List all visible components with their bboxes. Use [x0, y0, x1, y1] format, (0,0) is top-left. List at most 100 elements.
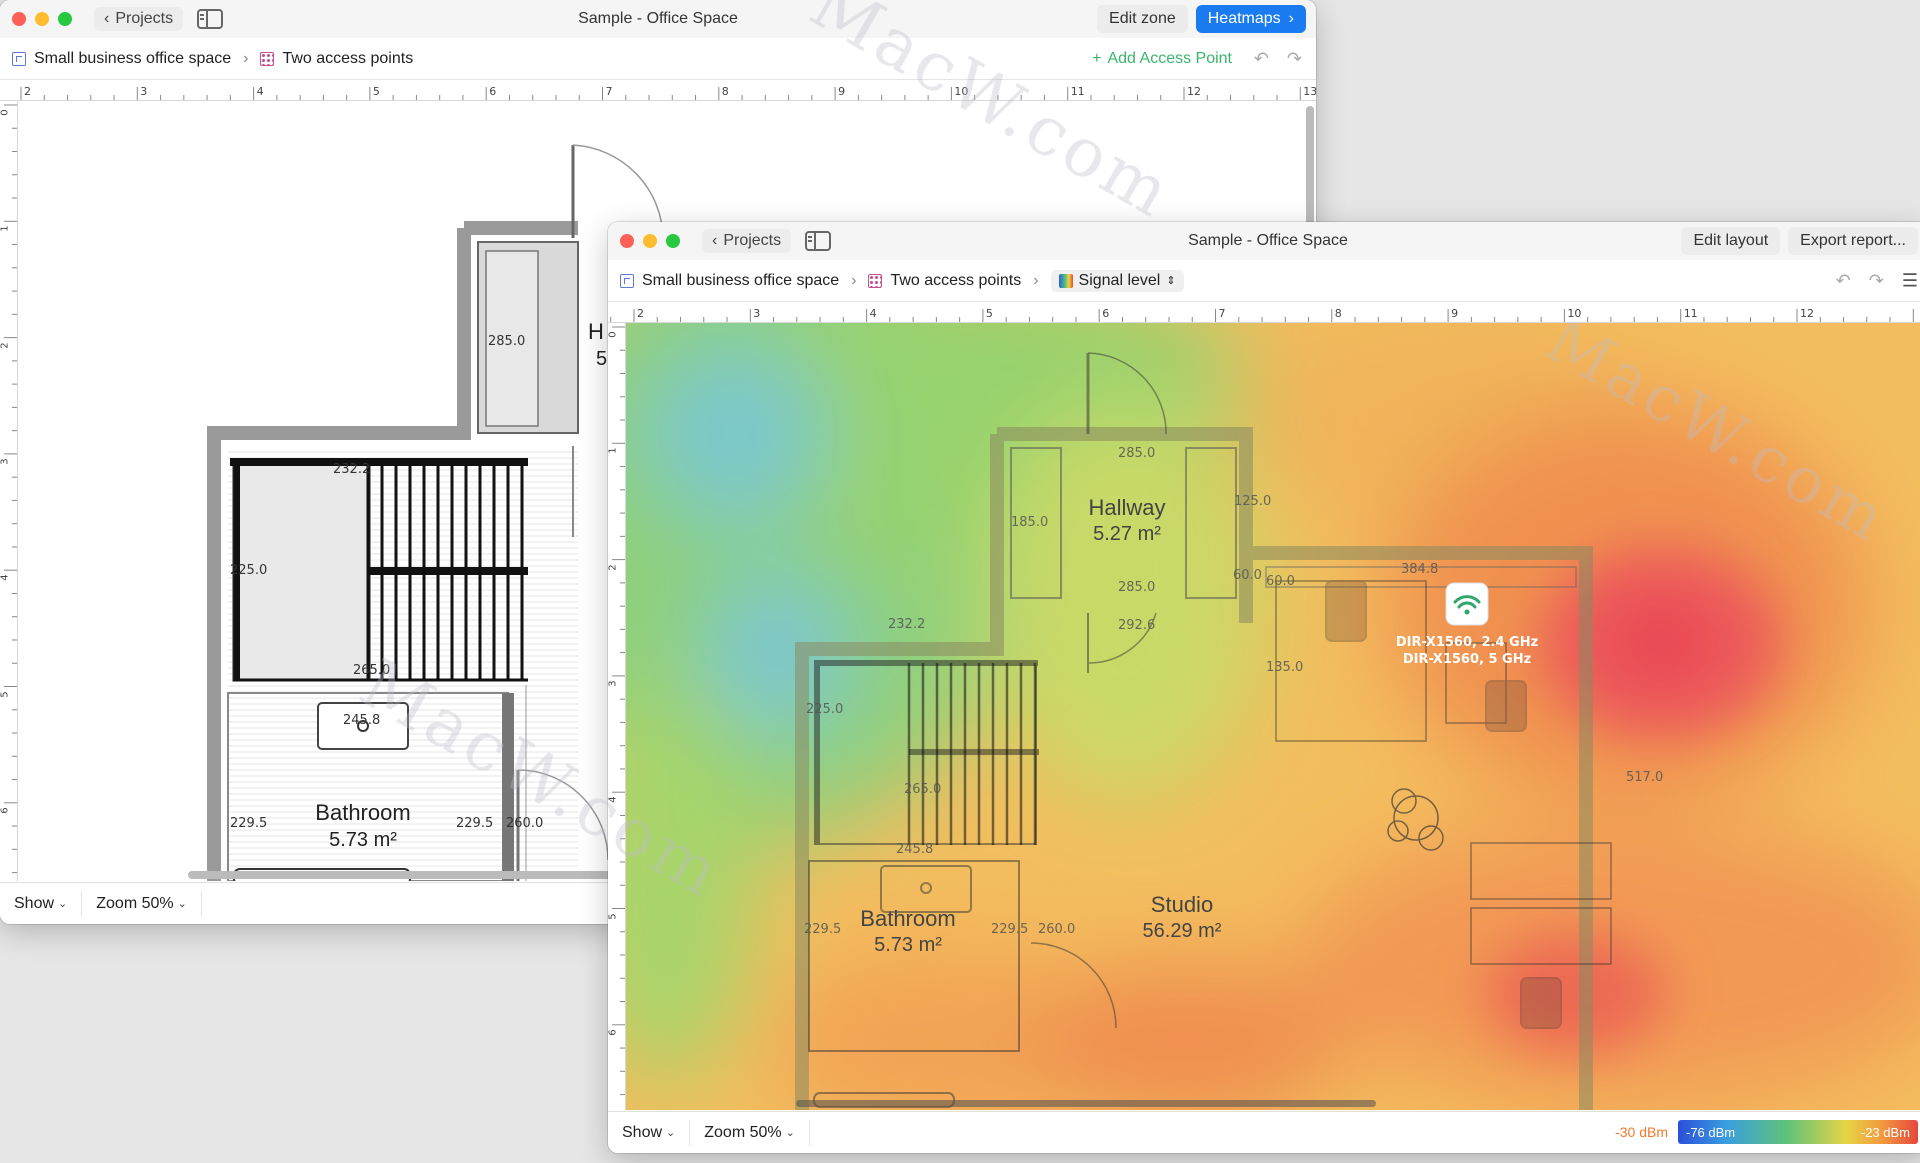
dimension-label: 232.2	[888, 617, 925, 632]
breadcrumb-project[interactable]: Small business office space	[12, 50, 231, 68]
show-label: Show	[622, 1123, 663, 1141]
ruler-tick-label: 2	[24, 85, 31, 98]
sidebar-toggle-icon[interactable]	[805, 231, 832, 251]
zoom-button[interactable]	[58, 12, 72, 26]
ruler-tick-label: 6	[608, 1029, 619, 1036]
room-area: 5.73 m²	[329, 829, 397, 851]
chevron-right-icon: ›	[1288, 10, 1294, 27]
ruler-tick-label: 6	[1102, 307, 1110, 320]
dimension-label: 285.0	[1118, 446, 1155, 461]
heatmap-mode-select[interactable]: Signal level ⇕	[1050, 269, 1184, 292]
minimize-button[interactable]	[35, 12, 49, 26]
add-access-point-button[interactable]: + Add Access Point	[1092, 50, 1232, 68]
chevron-right-icon: ›	[1033, 271, 1039, 289]
zoom-label: Zoom 50%	[96, 894, 174, 912]
breadcrumb-project-label: Small business office space	[642, 271, 840, 289]
ruler-tick-label: 12	[1800, 307, 1814, 320]
ruler-tick-label: 6	[0, 807, 11, 814]
chevron-down-icon: ⌄	[177, 898, 187, 910]
ruler-tick-label: 12	[1187, 85, 1201, 98]
undo-icon[interactable]: ↶	[1836, 270, 1851, 291]
sliders-icon[interactable]: ☰	[1902, 270, 1918, 291]
dimension-label: 265.0	[904, 782, 941, 797]
dimension-label: 245.8	[896, 842, 933, 857]
projects-label: Projects	[723, 232, 782, 249]
ruler-tick-label: 3	[753, 307, 761, 320]
horizontal-ruler: 2 3 4 5 6 7 8 9 10 11 12 13	[0, 81, 1316, 101]
ruler-tick-label: 4	[869, 307, 877, 320]
projects-back-button[interactable]: ‹ Projects	[94, 7, 184, 31]
access-point-label: DIR-X1560, 5 GHz	[1403, 652, 1531, 667]
breadcrumb-ap-group[interactable]: Two access points	[260, 50, 413, 68]
ruler-tick-label: 3	[608, 680, 619, 687]
zoom-menu[interactable]: Zoom 50% ⌄	[82, 890, 202, 917]
legend-min-value: -76 dBm	[1686, 1124, 1736, 1140]
dimension-label: 225.0	[230, 563, 267, 578]
redo-icon[interactable]: ↷	[1869, 270, 1884, 291]
access-point-label: DIR-X1560, 2.4 GHz	[1396, 635, 1538, 650]
sidebar-toggle-icon[interactable]	[197, 9, 224, 29]
minimize-button[interactable]	[643, 234, 657, 248]
window-controls	[620, 234, 680, 248]
dimension-label: 517.0	[1626, 770, 1663, 785]
room-name: Studio	[1151, 892, 1213, 917]
ruler-tick-label: 10	[1567, 307, 1582, 320]
room-area-partial: 5	[596, 348, 607, 370]
ruler-tick-label: 10	[954, 85, 969, 98]
vertical-scrollbar[interactable]	[1306, 106, 1314, 236]
zoom-button[interactable]	[666, 234, 680, 248]
projects-back-button[interactable]: ‹ Projects	[702, 229, 792, 253]
floorplan-icon	[12, 51, 26, 66]
redo-icon[interactable]: ↷	[1287, 48, 1302, 69]
breadcrumb: Small business office space › Two access…	[0, 38, 1316, 80]
edit-layout-label: Edit layout	[1693, 232, 1769, 249]
ruler-tick-label: 0	[0, 109, 11, 116]
breadcrumb-project[interactable]: Small business office space	[620, 272, 839, 290]
horizontal-scrollbar[interactable]	[188, 871, 628, 879]
edit-zone-button[interactable]: Edit zone	[1097, 5, 1188, 33]
edit-zone-label: Edit zone	[1109, 10, 1176, 27]
edit-layout-button[interactable]: Edit layout	[1681, 227, 1781, 255]
ruler-tick-label: 7	[1218, 307, 1226, 320]
close-button[interactable]	[620, 234, 634, 248]
dimension-label: 60.0	[1233, 568, 1262, 583]
horizontal-ruler: 2 3 4 5 6 7 8 9 10 11 12	[608, 303, 1920, 323]
breadcrumb-ap-group[interactable]: Two access points	[868, 272, 1021, 290]
signal-legend: -30 dBm -76 dBm -23 dBm	[1615, 1120, 1918, 1144]
ruler-tick-label: 9	[1451, 307, 1459, 320]
floorplan-icon	[620, 273, 634, 288]
heatmap-canvas[interactable]: 285.0 185.0 125.0 285.0 292.6 232.2 225.…	[626, 323, 1920, 1110]
toolbar-right: Edit zone Heatmaps ›	[1097, 5, 1306, 33]
heatmap-mode-label: Signal level	[1078, 271, 1161, 289]
ruler-tick-label: 5	[0, 690, 11, 698]
zoom-menu[interactable]: Zoom 50% ⌄	[690, 1119, 810, 1146]
dimension-label: 285.0	[488, 334, 525, 349]
chevron-down-icon: ⌄	[666, 1127, 676, 1139]
dimension-label: 125.0	[1234, 494, 1271, 509]
toolbar-right: Edit layout Export report...	[1681, 227, 1918, 255]
export-report-button[interactable]: Export report...	[1788, 227, 1918, 255]
titlebar: ‹ Projects Sample - Office Space Edit zo…	[0, 0, 1316, 38]
horizontal-scrollbar[interactable]	[796, 1100, 1376, 1107]
show-menu[interactable]: Show ⌄	[608, 1119, 691, 1146]
heatmaps-button[interactable]: Heatmaps ›	[1195, 5, 1306, 33]
ruler-tick-label: 4	[608, 796, 619, 803]
titlebar: ‹ Projects Sample - Office Space Edit la…	[608, 222, 1920, 260]
room-area: 5.27 m²	[1093, 523, 1161, 545]
ruler-tick-label: 0	[608, 331, 619, 338]
show-label: Show	[14, 894, 55, 912]
ruler-tick-label: 9	[838, 85, 846, 98]
ruler-tick-label: 1	[608, 447, 619, 454]
dimension-label: 229.5	[991, 922, 1028, 937]
ruler-tick-label: 8	[1334, 307, 1342, 320]
close-button[interactable]	[12, 12, 26, 26]
undo-icon[interactable]: ↶	[1254, 48, 1269, 69]
ruler-tick-label: 4	[256, 85, 264, 98]
undo-redo-group: ↶ ↷	[1254, 48, 1302, 69]
room-name: Hallway	[1088, 495, 1165, 520]
show-menu[interactable]: Show ⌄	[0, 890, 83, 917]
add-access-point-label: Add Access Point	[1107, 49, 1232, 67]
access-points-icon	[260, 51, 275, 66]
dimension-label: 245.8	[343, 713, 380, 728]
ruler-tick-label: 8	[721, 85, 729, 98]
